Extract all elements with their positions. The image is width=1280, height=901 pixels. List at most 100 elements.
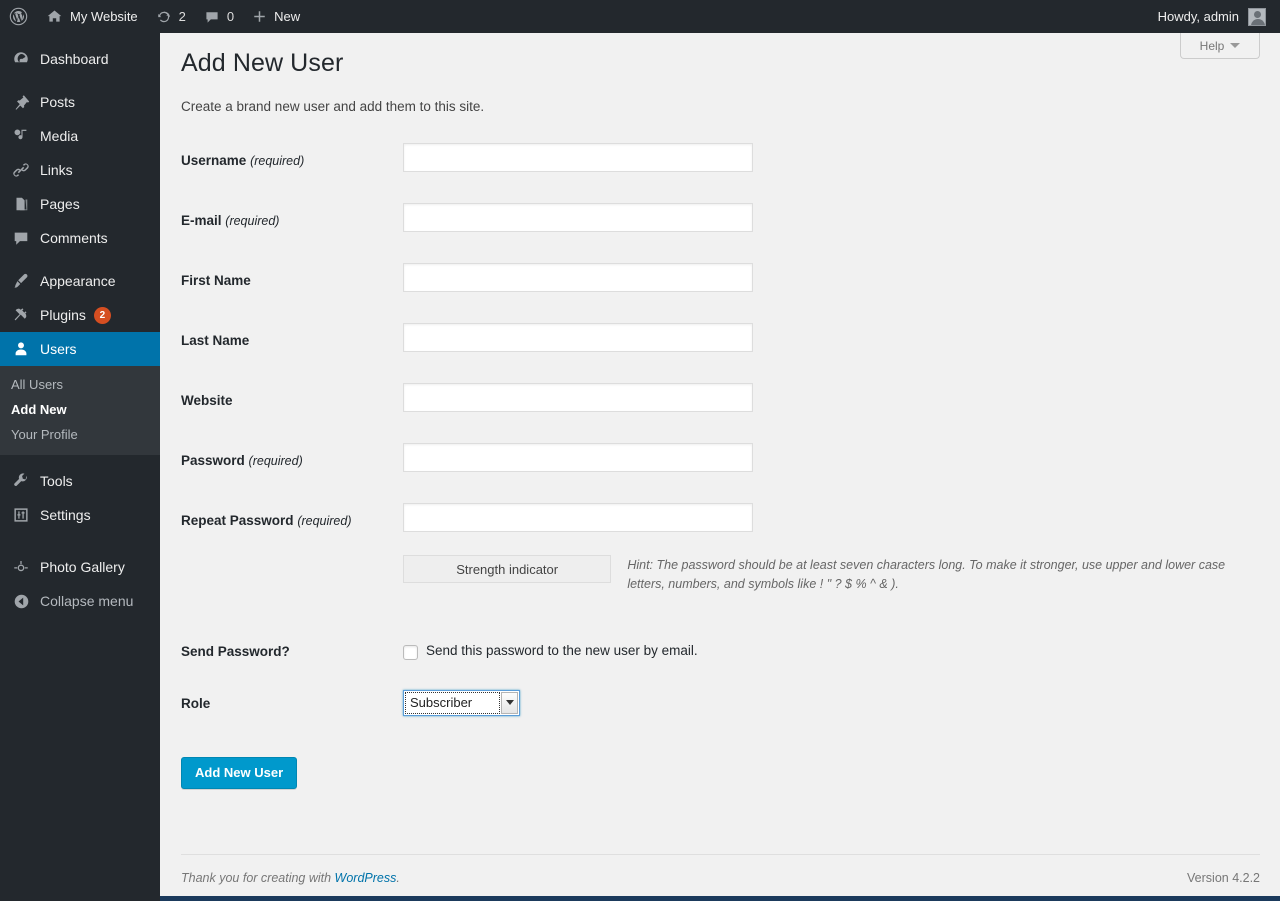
send-password-checkbox[interactable] <box>403 644 418 660</box>
email-label: E-mail (required) <box>181 203 403 228</box>
sidebar-item-links[interactable]: Links <box>0 153 160 187</box>
sidebar-item-tools[interactable]: Tools <box>0 464 160 498</box>
updates-menu[interactable]: 2 <box>147 0 195 33</box>
website-label: Website <box>181 383 403 408</box>
user-icon <box>11 339 31 359</box>
sidebar-item-settings[interactable]: Settings <box>0 498 160 532</box>
updates-count: 2 <box>178 9 186 24</box>
send-password-checkbox-label: Send this password to the new user by em… <box>426 642 698 658</box>
sidebar-item-media[interactable]: Media <box>0 119 160 153</box>
add-new-user-button[interactable]: Add New User <box>181 756 298 789</box>
role-select-arrow[interactable] <box>501 691 518 714</box>
footer-credit: Thank you for creating with WordPress. <box>181 871 400 885</box>
wordpress-link[interactable]: WordPress <box>335 871 397 885</box>
password-strength-indicator: Strength indicator <box>403 555 612 583</box>
form-row-password: Password (required) <box>181 443 1261 503</box>
sidebar-item-label: Plugins <box>40 307 86 323</box>
users-submenu: All Users Add New Your Profile <box>0 366 160 455</box>
footer-credit-suffix: . <box>396 871 400 885</box>
form-row-password-strength: Strength indicator Hint: The password sh… <box>181 555 1261 595</box>
footer-version: Version 4.2.2 <box>1187 871 1260 885</box>
password-required-text: (required) <box>248 454 303 468</box>
new-content-label: New <box>274 9 301 24</box>
first-name-label: First Name <box>181 263 403 288</box>
sidebar-item-label: Links <box>40 162 73 178</box>
website-input[interactable] <box>403 383 753 412</box>
menu-spacer <box>0 255 160 264</box>
camera-icon <box>11 557 31 577</box>
last-name-input[interactable] <box>403 323 753 352</box>
sidebar-item-posts[interactable]: Posts <box>0 85 160 119</box>
password-label-text: Password <box>181 453 245 468</box>
home-icon <box>46 8 63 25</box>
sidebar-item-label: Photo Gallery <box>40 559 125 575</box>
sidebar-item-label: Posts <box>40 94 76 110</box>
first-name-input[interactable] <box>403 263 753 292</box>
sidebar-item-pages[interactable]: Pages <box>0 187 160 221</box>
sidebar-item-label: Dashboard <box>40 51 109 67</box>
sidebar-item-label: Appearance <box>40 273 116 289</box>
menu-spacer <box>0 76 160 85</box>
page-title: Add New User <box>181 49 344 77</box>
window-bottom-edge <box>0 896 1280 901</box>
comments-menu[interactable]: 0 <box>195 0 243 33</box>
new-content-menu[interactable]: New <box>243 0 309 33</box>
role-select-value: Subscriber <box>405 691 500 714</box>
email-input[interactable] <box>403 203 753 232</box>
password-input[interactable] <box>403 443 753 472</box>
form-row-role: Role Subscriber <box>181 686 1261 734</box>
send-password-label: Send Password? <box>181 643 290 659</box>
wordpress-logo-icon <box>9 7 28 26</box>
updates-icon <box>156 9 172 25</box>
email-required-text: (required) <box>225 214 280 228</box>
sidebar-item-dashboard[interactable]: Dashboard <box>0 42 160 76</box>
comments-count: 0 <box>226 9 235 24</box>
chevron-down-icon <box>1230 43 1241 48</box>
admin-bar: My Website 2 0 New Howdy, admin <box>0 0 1280 33</box>
sidebar-item-collapse-menu[interactable]: Collapse menu <box>0 584 160 618</box>
form-row-repeat-password: Repeat Password (required) <box>181 503 1261 555</box>
sidebar-item-photo-gallery[interactable]: Photo Gallery <box>0 550 160 584</box>
help-tab-button[interactable]: Help <box>1180 33 1260 59</box>
form-row-first-name: First Name <box>181 263 1261 323</box>
pages-icon <box>11 194 31 214</box>
main-content: Help Add New User Create a brand new use… <box>160 33 1280 901</box>
chevron-down-icon <box>505 700 514 706</box>
brush-icon <box>11 271 31 291</box>
comment-icon <box>11 228 31 248</box>
pin-icon <box>11 92 31 112</box>
my-account-menu[interactable]: Howdy, admin <box>1149 0 1280 33</box>
sidebar-item-label: Settings <box>40 507 91 523</box>
settings-icon <box>11 505 31 525</box>
plugin-icon <box>11 305 31 325</box>
menu-spacer <box>0 541 160 550</box>
repeat-password-required-text: (required) <box>297 514 352 528</box>
admin-footer: Thank you for creating with WordPress. V… <box>181 854 1260 901</box>
comment-bubble-icon <box>204 9 220 25</box>
admin-sidebar-menu: Dashboard Posts Media Links Pages Commen… <box>0 33 168 901</box>
form-row-email: E-mail (required) <box>181 203 1261 263</box>
avatar <box>1248 7 1266 26</box>
role-select[interactable]: Subscriber <box>403 689 520 716</box>
sidebar-item-users[interactable]: Users <box>0 332 168 366</box>
media-icon <box>11 126 31 146</box>
submenu-item-all-users[interactable]: All Users <box>0 372 160 397</box>
repeat-password-label-text: Repeat Password <box>181 513 294 528</box>
collapse-icon <box>11 591 31 611</box>
repeat-password-label: Repeat Password (required) <box>181 503 403 528</box>
site-name-label: My Website <box>70 9 138 24</box>
sidebar-item-comments[interactable]: Comments <box>0 221 160 255</box>
submenu-item-add-new[interactable]: Add New <box>0 397 160 422</box>
repeat-password-input[interactable] <box>403 503 753 532</box>
footer-credit-prefix: Thank you for creating with <box>181 871 335 885</box>
username-input[interactable] <box>403 143 753 172</box>
sidebar-item-appearance[interactable]: Appearance <box>0 264 160 298</box>
first-name-label-text: First Name <box>181 273 251 288</box>
form-row-username: Username (required) <box>181 143 1261 203</box>
wordpress-logo-menu[interactable] <box>0 0 37 33</box>
email-label-text: E-mail <box>181 213 222 228</box>
sidebar-item-plugins[interactable]: Plugins 2 <box>0 298 160 332</box>
site-name-menu[interactable]: My Website <box>37 0 147 33</box>
username-label: Username (required) <box>181 143 403 168</box>
submenu-item-your-profile[interactable]: Your Profile <box>0 422 160 447</box>
